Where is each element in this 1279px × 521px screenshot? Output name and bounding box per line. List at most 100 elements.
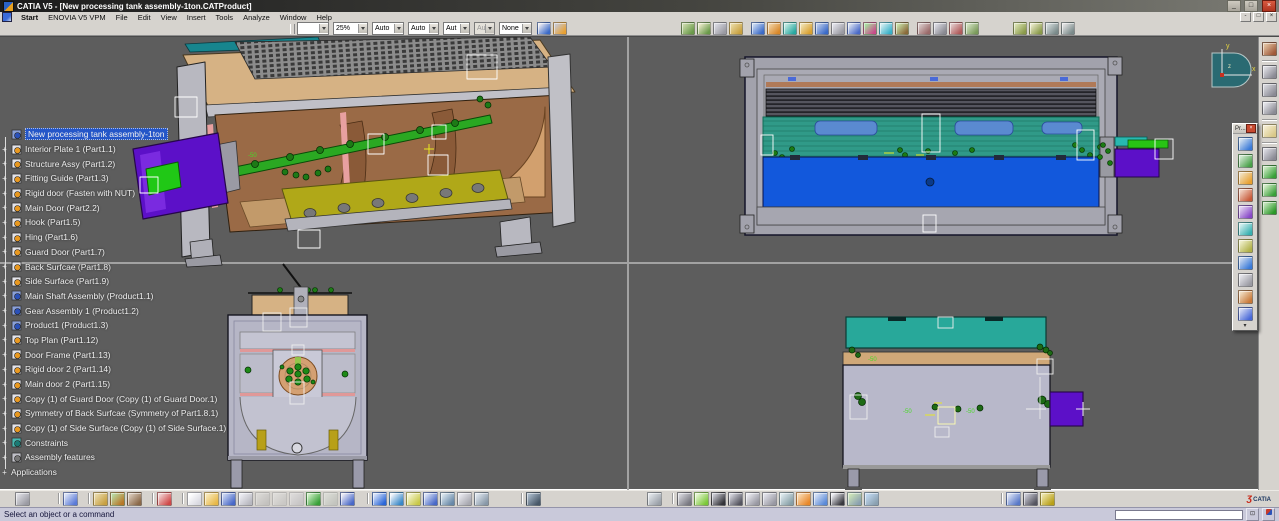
view-compass[interactable]: y x z	[1211, 43, 1256, 88]
globe-dark-icon[interactable]	[526, 491, 541, 506]
design-table-icon[interactable]	[423, 491, 438, 506]
auto-combo-1[interactable]: Auto	[372, 22, 404, 35]
child-close-button[interactable]: ×	[1266, 12, 1277, 22]
existing-component-icon[interactable]	[1237, 188, 1253, 202]
maximize-button[interactable]: □	[1244, 0, 1258, 12]
move-icon[interactable]	[815, 22, 829, 35]
clip-icon[interactable]	[831, 22, 845, 35]
menu-file[interactable]: File	[111, 13, 133, 22]
mass-properties-icon[interactable]	[1040, 491, 1055, 506]
wizard-brush-icon[interactable]	[553, 22, 567, 35]
folder-up-icon[interactable]	[799, 22, 813, 35]
save-icon[interactable]	[221, 491, 236, 506]
tree-item[interactable]: + Hook (Part1.5)	[0, 215, 226, 230]
filter-icon[interactable]	[713, 22, 727, 35]
menu-start[interactable]: Start	[16, 13, 43, 22]
chevron-down-icon[interactable]	[460, 24, 469, 33]
part-icon[interactable]	[1237, 171, 1253, 185]
chevron-down-icon[interactable]	[429, 24, 438, 33]
lock-icon[interactable]	[457, 491, 472, 506]
tree-item[interactable]: + Top Plan (Part1.12)	[0, 333, 226, 348]
tree-expand-icon[interactable]: +	[1, 438, 8, 447]
tree-expand-icon[interactable]: +	[1, 335, 8, 344]
open-folder-icon[interactable]	[204, 491, 219, 506]
tree-item-label[interactable]: Structure Assy (Part1.2)	[25, 159, 115, 169]
graph-tree-reorder-icon[interactable]	[1237, 239, 1253, 253]
cube-view-2-icon[interactable]	[1029, 22, 1043, 35]
cube-view-1-icon[interactable]	[1013, 22, 1027, 35]
zoom-out-icon[interactable]	[762, 491, 777, 506]
multi-view-2-icon[interactable]	[864, 491, 879, 506]
menu-window[interactable]: Window	[275, 13, 312, 22]
measure-item-icon[interactable]	[1023, 491, 1038, 506]
update-icon[interactable]	[647, 491, 662, 506]
weld-icon[interactable]	[933, 22, 947, 35]
toolbar-handle[interactable]	[290, 23, 295, 34]
tree-expand-icon[interactable]: +	[1, 291, 8, 300]
component-icon[interactable]	[1237, 137, 1253, 151]
tree-item[interactable]: + Applications	[0, 465, 226, 480]
cut-tool-icon[interactable]	[917, 22, 931, 35]
menu-enovia-v5-vpm[interactable]: ENOVIA V5 VPM	[43, 13, 111, 22]
tree-item-label[interactable]: Main door 2 (Part1.15)	[25, 379, 110, 389]
tree-item-label[interactable]: Interior Plate 1 (Part1.1)	[25, 144, 116, 154]
globe-catalog-icon[interactable]	[93, 491, 108, 506]
undo-icon[interactable]	[306, 491, 321, 506]
painter-icon[interactable]	[537, 22, 551, 35]
fit-all-in-icon[interactable]	[694, 491, 709, 506]
tree-expand-icon[interactable]: +	[1, 174, 8, 183]
tree-item-label[interactable]: Rigid door 2 (Part1.14)	[25, 364, 111, 374]
tree-item-label[interactable]: Copy (1) of Guard Door (Copy (1) of Guar…	[25, 394, 217, 404]
product-icon[interactable]	[1237, 154, 1253, 168]
menu-insert[interactable]: Insert	[182, 13, 211, 22]
auto-combo-2[interactable]: Auto	[408, 22, 439, 35]
tree-item[interactable]: + Copy (1) of Side Surface (Copy (1) of S…	[0, 421, 226, 436]
tree-item[interactable]: + Back Surfcae (Part1.8)	[0, 259, 226, 274]
menu-help[interactable]: Help	[311, 13, 336, 22]
tree-expand-icon[interactable]: +	[1, 394, 8, 403]
fly-mode-icon[interactable]	[1261, 42, 1277, 56]
comment-icon[interactable]	[389, 491, 404, 506]
tree-item[interactable]: + Gear Assembly 1 (Product1.2)	[0, 303, 226, 318]
auto-combo-3[interactable]: Aut	[443, 22, 470, 35]
style-combo[interactable]	[297, 22, 329, 35]
tree-expand-icon[interactable]: +	[1, 424, 8, 433]
tree-item[interactable]: + Rigid door (Fasten with NUT)	[0, 186, 226, 201]
menu-tools[interactable]: Tools	[211, 13, 239, 22]
drop-icon[interactable]	[783, 22, 797, 35]
none-combo[interactable]: None	[499, 22, 532, 35]
tree-item[interactable]: + Door Frame (Part1.13)	[0, 347, 226, 362]
expand-status-button[interactable]: ⊡	[1246, 508, 1259, 521]
tree-item[interactable]: + Copy (1) of Guard Door (Copy (1) of Gua…	[0, 391, 226, 406]
tree-expand-icon[interactable]: +	[1, 409, 8, 418]
tree-expand-icon[interactable]: +	[1, 380, 8, 389]
tree-item[interactable]: + Assembly features	[0, 450, 226, 465]
viewport-rear-model[interactable]: -50 -50 -50	[842, 316, 1090, 490]
fly-through-icon[interactable]	[677, 491, 692, 506]
wave-icon[interactable]	[879, 22, 893, 35]
paste-icon[interactable]	[289, 491, 304, 506]
copy-icon[interactable]	[272, 491, 287, 506]
tree-expand-icon[interactable]: +	[1, 262, 8, 271]
tree-expand-icon[interactable]: +	[1, 218, 8, 227]
menu-analyze[interactable]: Analyze	[238, 13, 275, 22]
tree-item[interactable]: + Constraints	[0, 435, 226, 450]
palette-close-icon[interactable]: ×	[1246, 124, 1256, 133]
select-cursor-icon[interactable]	[1261, 124, 1277, 138]
tree-expand-icon[interactable]: +	[1, 468, 8, 477]
tree-expand-icon[interactable]: +	[1, 247, 8, 256]
tree-expand-icon[interactable]: +	[1, 145, 8, 154]
tree-item[interactable]: + Hing (Part1.6)	[0, 230, 226, 245]
tree-item-label[interactable]: Constraints	[25, 438, 68, 448]
tree-item[interactable]: + Interior Plate 1 (Part1.1)	[0, 142, 226, 157]
named-view-3-icon[interactable]	[1261, 101, 1277, 115]
tree-item[interactable]: + Guard Door (Part1.7)	[0, 245, 226, 260]
multi-view-1-icon[interactable]	[847, 491, 862, 506]
viewport-front-model[interactable]	[227, 263, 368, 489]
palette-more-icon[interactable]: ▾	[1233, 323, 1257, 330]
tree-expand-icon[interactable]: +	[1, 365, 8, 374]
close-button[interactable]: ×	[1262, 0, 1276, 12]
tree-item-label[interactable]: Assembly features	[25, 452, 95, 462]
tree-item-label[interactable]: Hing (Part1.6)	[25, 232, 78, 242]
pan-icon[interactable]	[711, 491, 726, 506]
